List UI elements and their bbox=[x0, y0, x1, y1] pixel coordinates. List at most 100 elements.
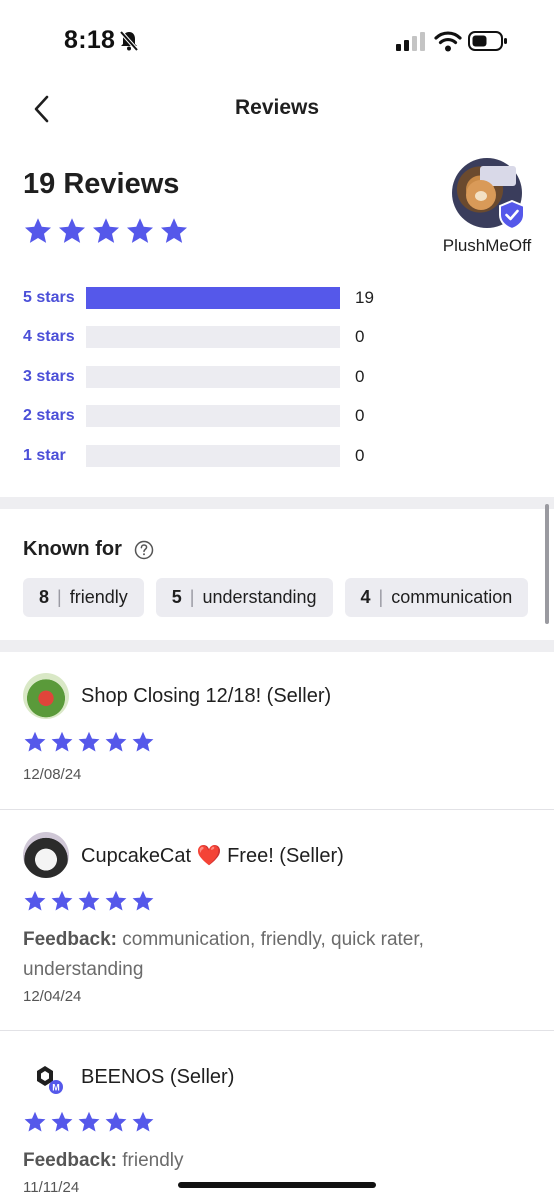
overall-rating-stars bbox=[23, 216, 189, 246]
review-stars bbox=[23, 889, 155, 913]
rating-bar bbox=[86, 326, 340, 349]
star-icon bbox=[161, 218, 187, 243]
section-divider bbox=[0, 640, 554, 652]
review-header[interactable]: CupcakeCat ❤️ Free! (Seller) bbox=[23, 832, 344, 878]
feedback-label: Feedback: bbox=[23, 929, 117, 950]
beenos-logo-icon: M bbox=[37, 1066, 63, 1094]
review-date: 12/04/24 bbox=[23, 988, 82, 1005]
review-date: 12/08/24 bbox=[23, 766, 82, 783]
rating-row-label[interactable]: 4 stars bbox=[23, 328, 86, 346]
rating-row-count: 0 bbox=[355, 366, 365, 386]
review-header[interactable]: M BEENOS (Seller) bbox=[23, 1054, 234, 1100]
rating-bar bbox=[86, 405, 340, 428]
nav-bar: Reviews bbox=[0, 80, 554, 136]
rating-row-count: 0 bbox=[355, 327, 365, 347]
review-divider bbox=[0, 809, 554, 810]
verified-badge-icon bbox=[499, 200, 525, 230]
rating-row-label[interactable]: 5 stars bbox=[23, 289, 86, 307]
rating-row[interactable]: 2 stars 0 bbox=[23, 397, 523, 437]
rating-bar-fill bbox=[86, 286, 340, 309]
seller-name[interactable]: PlushMeOff bbox=[440, 236, 534, 256]
wifi-icon bbox=[434, 31, 462, 52]
star-icon bbox=[24, 731, 46, 752]
star-icon bbox=[93, 218, 119, 243]
page-title: Reviews bbox=[234, 96, 320, 119]
rating-row-count: 19 bbox=[355, 287, 374, 307]
scrollbar[interactable] bbox=[545, 504, 549, 624]
chip-separator: | bbox=[189, 587, 195, 607]
star-icon bbox=[78, 1111, 100, 1132]
rating-row[interactable]: 5 stars 19 bbox=[23, 278, 523, 318]
chip-label: communication bbox=[391, 587, 513, 607]
review-date: 11/11/24 bbox=[23, 1179, 80, 1196]
known-for-heading: Known for bbox=[23, 538, 154, 561]
review-stars bbox=[23, 730, 155, 754]
rating-distribution: 5 stars 19 4 stars 0 3 stars 0 2 stars 0 1 star 0 bbox=[23, 278, 523, 476]
cellular-signal-icon bbox=[396, 32, 425, 51]
reviewer-name[interactable]: CupcakeCat ❤️ Free! (Seller) bbox=[81, 843, 344, 868]
rating-row[interactable]: 1 star 0 bbox=[23, 436, 523, 476]
chip-label: friendly bbox=[69, 587, 128, 607]
seller-profile[interactable]: PlushMeOff bbox=[440, 158, 534, 256]
star-icon bbox=[132, 890, 154, 911]
star-icon bbox=[78, 890, 100, 911]
reviewer-name[interactable]: Shop Closing 12/18! (Seller) bbox=[81, 685, 331, 708]
review-stars bbox=[23, 1110, 155, 1134]
rating-row-label[interactable]: 2 stars bbox=[23, 407, 86, 425]
chip-label: understanding bbox=[202, 587, 317, 607]
star-icon bbox=[132, 731, 154, 752]
chip-count: 4 bbox=[360, 587, 371, 607]
reviewer-avatar[interactable] bbox=[23, 673, 69, 719]
star-icon bbox=[24, 890, 46, 911]
home-indicator bbox=[178, 1182, 376, 1188]
reviews-count: 19 Reviews bbox=[23, 168, 180, 200]
known-for-chip[interactable]: 4 | communication bbox=[344, 578, 529, 617]
chip-count: 8 bbox=[39, 587, 50, 607]
chip-separator: | bbox=[378, 587, 384, 607]
reviewer-avatar[interactable] bbox=[23, 832, 69, 878]
rating-bar bbox=[86, 365, 340, 388]
star-icon bbox=[25, 218, 51, 243]
star-icon bbox=[105, 731, 127, 752]
status-time: 8:18 bbox=[64, 26, 116, 54]
star-icon bbox=[51, 1111, 73, 1132]
star-icon bbox=[132, 1111, 154, 1132]
rating-bar bbox=[86, 286, 340, 309]
rating-row-count: 0 bbox=[355, 445, 365, 465]
bell-muted-icon bbox=[119, 30, 139, 52]
feedback-label: Feedback: bbox=[23, 1150, 117, 1171]
chip-separator: | bbox=[57, 587, 62, 607]
star-icon bbox=[127, 218, 153, 243]
rating-row[interactable]: 3 stars 0 bbox=[23, 357, 523, 397]
battery-icon bbox=[468, 31, 507, 51]
known-for-chips: 8 | friendly 5 | understanding 4 | communication bbox=[23, 578, 529, 617]
feedback-text: friendly bbox=[122, 1150, 184, 1171]
help-icon[interactable] bbox=[134, 540, 154, 560]
star-icon bbox=[51, 731, 73, 752]
known-for-title: Known for bbox=[23, 538, 122, 560]
chip-count: 5 bbox=[171, 587, 182, 607]
section-divider bbox=[0, 497, 554, 509]
rating-row-count: 0 bbox=[355, 406, 365, 426]
known-for-chip[interactable]: 8 | friendly bbox=[23, 578, 144, 617]
review-feedback: Feedback: friendly bbox=[23, 1146, 523, 1176]
reviewer-avatar[interactable]: M bbox=[23, 1054, 69, 1100]
star-icon bbox=[78, 731, 100, 752]
star-icon bbox=[105, 1111, 127, 1132]
rating-row[interactable]: 4 stars 0 bbox=[23, 318, 523, 358]
star-icon bbox=[24, 1111, 46, 1132]
reviewer-name[interactable]: BEENOS (Seller) bbox=[81, 1066, 234, 1089]
review-header[interactable]: Shop Closing 12/18! (Seller) bbox=[23, 673, 331, 719]
star-icon bbox=[59, 218, 85, 243]
seller-avatar[interactable] bbox=[452, 158, 525, 230]
rating-row-label[interactable]: 1 star bbox=[23, 447, 86, 465]
review-divider bbox=[0, 1030, 554, 1031]
rating-row-label[interactable]: 3 stars bbox=[23, 368, 86, 386]
rating-bar bbox=[86, 444, 340, 467]
star-icon bbox=[105, 890, 127, 911]
known-for-chip[interactable]: 5 | understanding bbox=[155, 578, 333, 617]
star-icon bbox=[51, 890, 73, 911]
status-bar: 8:18 bbox=[0, 0, 554, 80]
svg-text:M: M bbox=[52, 1083, 60, 1093]
review-feedback: Feedback: communication, friendly, quick… bbox=[23, 925, 523, 985]
